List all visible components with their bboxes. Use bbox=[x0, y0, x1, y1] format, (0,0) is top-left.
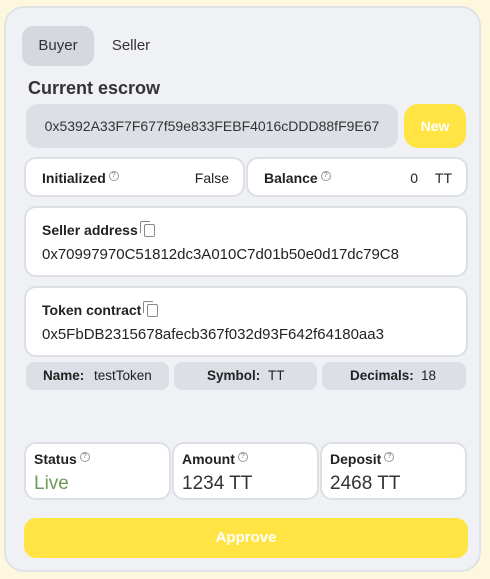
seller-address-card: Seller address 0x70997970C51812dc3A010C7… bbox=[24, 206, 468, 277]
help-icon[interactable]: ? bbox=[79, 452, 90, 462]
help-icon[interactable]: ? bbox=[384, 452, 395, 462]
token-symbol-value: TT bbox=[268, 368, 285, 383]
new-escrow-button[interactable]: New bbox=[404, 104, 466, 148]
token-decimals-label: Decimals: bbox=[350, 368, 414, 383]
seller-address-value: 0x70997970C51812dc3A010C7d01b50e0d17dc79… bbox=[42, 246, 399, 263]
balance-card: Balance? 0 TT bbox=[246, 157, 468, 197]
deposit-label: Deposit? bbox=[330, 451, 395, 467]
deposit-card: Deposit? 2468 TT bbox=[320, 442, 467, 500]
token-contract-label: Token contract bbox=[42, 300, 159, 318]
amount-label: Amount? bbox=[182, 451, 248, 467]
copy-icon[interactable] bbox=[139, 220, 155, 237]
status-label: Status? bbox=[34, 451, 90, 467]
initialized-value: False bbox=[194, 170, 229, 186]
balance-value: 0 bbox=[410, 170, 418, 186]
initialized-label: Initialized? bbox=[42, 170, 119, 186]
tab-seller[interactable]: Seller bbox=[100, 26, 162, 66]
escrow-panel: Buyer Seller Current escrow 0x5392A33F7F… bbox=[4, 6, 481, 572]
token-name-value: testToken bbox=[94, 368, 152, 383]
token-symbol-chip: Symbol: TT bbox=[174, 362, 317, 390]
balance-label: Balance? bbox=[264, 170, 331, 186]
escrow-address-field[interactable]: 0x5392A33F7F677f59e833FEBF4016cDDD88fF9E… bbox=[26, 104, 398, 148]
token-contract-value: 0x5FbDB2315678afecb367f032d93F642f64180a… bbox=[42, 326, 384, 343]
tab-buyer[interactable]: Buyer bbox=[22, 26, 94, 66]
current-escrow-heading: Current escrow bbox=[28, 78, 161, 98]
balance-unit: TT bbox=[434, 170, 452, 186]
amount-card: Amount? 1234 TT bbox=[172, 442, 319, 500]
help-icon[interactable]: ? bbox=[237, 452, 248, 462]
amount-value: 1234 TT bbox=[182, 473, 253, 494]
copy-icon[interactable] bbox=[143, 300, 159, 317]
token-symbol-label: Symbol: bbox=[207, 368, 261, 383]
seller-address-label: Seller address bbox=[42, 220, 155, 238]
token-decimals-chip: Decimals: 18 bbox=[322, 362, 466, 390]
help-icon[interactable]: ? bbox=[108, 171, 119, 181]
approve-button[interactable]: Approve bbox=[24, 518, 468, 558]
token-decimals-value: 18 bbox=[421, 368, 437, 383]
token-name-label: Name: bbox=[43, 368, 85, 383]
help-icon[interactable]: ? bbox=[320, 171, 331, 181]
status-value: Live bbox=[34, 473, 69, 494]
token-name-chip: Name: testToken bbox=[26, 362, 169, 390]
status-card: Status? Live bbox=[24, 442, 171, 500]
deposit-value: 2468 TT bbox=[330, 473, 401, 494]
token-contract-card: Token contract 0x5FbDB2315678afecb367f03… bbox=[24, 286, 468, 357]
initialized-card: Initialized? False bbox=[24, 157, 245, 197]
